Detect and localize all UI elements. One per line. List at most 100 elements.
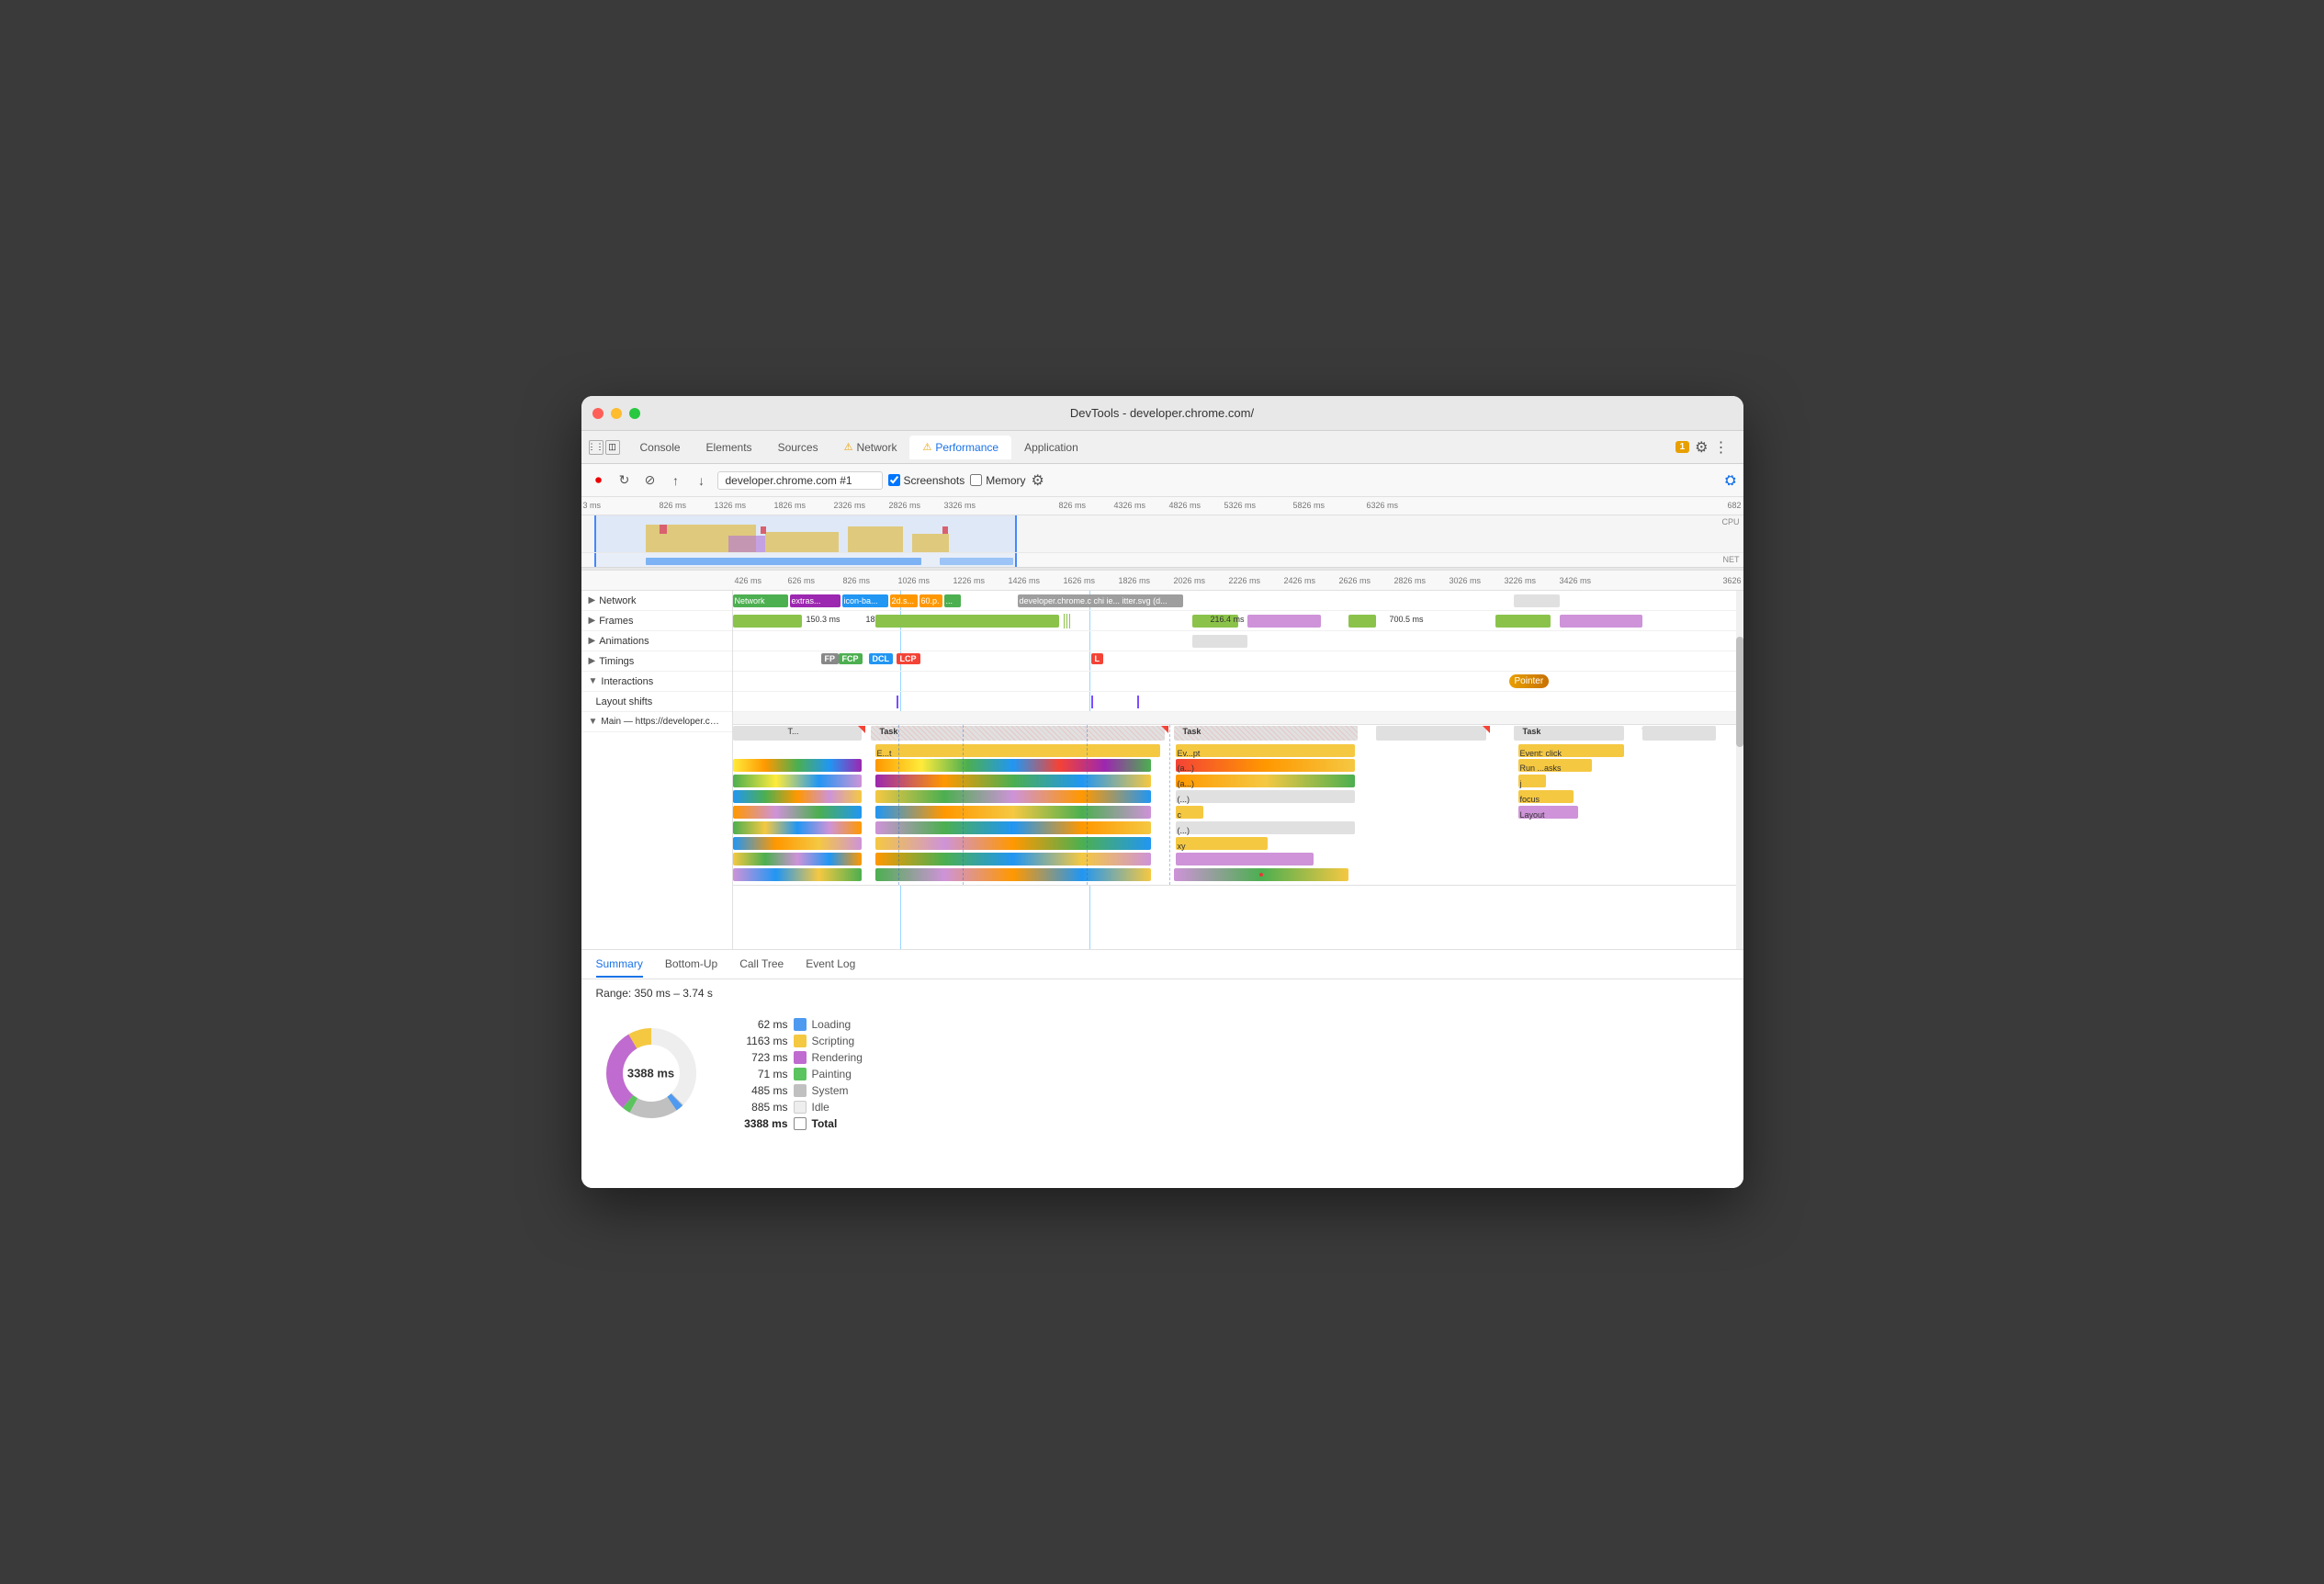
sidebar-item-interactions[interactable]: ▼ Interactions xyxy=(581,672,732,692)
loading-label: Loading xyxy=(812,1018,852,1031)
system-color xyxy=(794,1084,807,1097)
tab-summary[interactable]: Summary xyxy=(596,952,643,978)
tab-application[interactable]: Application xyxy=(1011,436,1091,459)
timings-arrow: ▶ xyxy=(589,656,596,666)
memory-checkbox[interactable] xyxy=(970,474,982,486)
timings-timeline-row[interactable]: FP FCP DCL LCP L xyxy=(733,651,1743,672)
tab-sources[interactable]: Sources xyxy=(765,436,831,459)
sidebar-item-timings[interactable]: ▶ Timings xyxy=(581,651,732,672)
tab-bottom-up[interactable]: Bottom-Up xyxy=(665,952,717,978)
tab-elements-label: Elements xyxy=(706,441,752,454)
legend-total: 3388 ms Total xyxy=(728,1117,863,1130)
legend-rendering: 723 ms Rendering xyxy=(728,1051,863,1064)
bottom-panel: Summary Bottom-Up Call Tree Event Log Ra… xyxy=(581,949,1743,1188)
idle-color xyxy=(794,1101,807,1114)
legend-painting: 71 ms Painting xyxy=(728,1068,863,1081)
animations-timeline-row[interactable] xyxy=(733,631,1743,651)
sidebar-item-animations[interactable]: ▶ Animations xyxy=(581,631,732,651)
tabs-bar: ⋮⋮ ◫ Console Elements Sources ⚠ Network … xyxy=(581,431,1743,464)
layout-shifts-timeline-row[interactable] xyxy=(733,692,1743,712)
minimize-button[interactable] xyxy=(611,408,622,419)
loading-value: 62 ms xyxy=(728,1018,788,1031)
idle-label: Idle xyxy=(812,1101,829,1114)
tab-call-tree[interactable]: Call Tree xyxy=(739,952,784,978)
tab-elements[interactable]: Elements xyxy=(694,436,765,459)
main-flame-chart[interactable]: T... Task Task Task T... E...t xyxy=(733,725,1743,886)
loading-color xyxy=(794,1018,807,1031)
layout-shifts-label: Layout shifts xyxy=(596,696,653,707)
painting-color xyxy=(794,1068,807,1081)
devtools-dock[interactable]: ◫ xyxy=(605,440,620,455)
painting-label: Painting xyxy=(812,1068,852,1081)
capture-icon[interactable]: ⛭ xyxy=(1725,472,1735,488)
right-timeline: Network extras... icon-ba... 2d.s... 60.… xyxy=(733,591,1743,949)
idle-value: 885 ms xyxy=(728,1101,788,1114)
capture-settings-icon[interactable]: ⚙ xyxy=(1032,471,1044,490)
close-button[interactable] xyxy=(592,408,604,419)
upload-button[interactable]: ↑ xyxy=(666,470,686,491)
record-button[interactable]: ⏺ xyxy=(589,470,609,491)
sidebar-item-network[interactable]: ▶ Network xyxy=(581,591,732,611)
system-label: System xyxy=(812,1084,849,1097)
net-item-extra xyxy=(1514,594,1560,607)
frames-timeline-row[interactable]: 150.3 ms 183.4 ms 216.4 ms 700.5 ms xyxy=(733,611,1743,631)
system-value: 485 ms xyxy=(728,1084,788,1097)
devtools-window: DevTools - developer.chrome.com/ ⋮⋮ ◫ Co… xyxy=(581,396,1743,1188)
frames-label: Frames xyxy=(599,616,633,627)
painting-value: 71 ms xyxy=(728,1068,788,1081)
interactions-arrow: ▼ xyxy=(589,676,598,686)
overview-ruler: 3 ms 826 ms 1326 ms 1826 ms 2326 ms 2826… xyxy=(581,497,1743,515)
legend-system: 485 ms System xyxy=(728,1084,863,1097)
total-label: Total xyxy=(812,1117,838,1130)
scrollbar-thumb[interactable] xyxy=(1736,637,1743,747)
animations-arrow: ▶ xyxy=(589,636,596,646)
sidebar-item-main[interactable]: ▼ Main — https://developer.chrome.com/ xyxy=(581,712,732,732)
main-arrow: ▼ xyxy=(589,717,598,727)
tab-network[interactable]: ⚠ Network xyxy=(831,436,910,459)
tab-event-log[interactable]: Event Log xyxy=(806,952,855,978)
more-icon[interactable]: ⋮ xyxy=(1714,438,1729,457)
settings-icon[interactable]: ⚙ xyxy=(1695,438,1708,457)
devtools-icon[interactable]: ⋮⋮ xyxy=(589,440,604,455)
scripting-value: 1163 ms xyxy=(728,1035,788,1047)
maximize-button[interactable] xyxy=(629,408,640,419)
net-item-dev: developer.chrome.c chi ie... itter.svg (… xyxy=(1018,594,1183,607)
rendering-value: 723 ms xyxy=(728,1051,788,1064)
legend-idle: 885 ms Idle xyxy=(728,1101,863,1114)
tab-console[interactable]: Console xyxy=(627,436,694,459)
left-panel: ▶ Network ▶ Frames ▶ Animations ▶ Timing… xyxy=(581,591,733,949)
notification-badge: 1 xyxy=(1675,441,1690,453)
summary-legend: 62 ms Loading 1163 ms Scripting 723 ms R… xyxy=(728,1018,863,1130)
detail-ruler: 426 ms 626 ms 826 ms 1026 ms 1226 ms 142… xyxy=(581,571,1743,591)
screenshots-checkbox[interactable] xyxy=(888,474,900,486)
tab-sources-label: Sources xyxy=(778,441,818,454)
net-item-network: Network xyxy=(733,594,788,607)
cpu-overview: CPU xyxy=(581,515,1743,552)
net-overview: NET xyxy=(581,552,1743,567)
tab-performance[interactable]: ⚠ Performance xyxy=(909,436,1011,459)
bottom-tabs-bar: Summary Bottom-Up Call Tree Event Log xyxy=(581,950,1743,979)
network-label: Network xyxy=(599,595,636,606)
animations-label: Animations xyxy=(599,636,649,647)
pointer-badge: Pointer xyxy=(1509,674,1550,688)
interactions-timeline-row[interactable]: Pointer xyxy=(733,672,1743,692)
total-color xyxy=(794,1117,807,1130)
tab-network-label: Network xyxy=(856,441,897,454)
reload-button[interactable]: ↻ xyxy=(615,470,635,491)
net-item-t: ... xyxy=(944,594,961,607)
network-timeline-row[interactable]: Network extras... icon-ba... 2d.s... 60.… xyxy=(733,591,1743,611)
overview-timeline[interactable]: 3 ms 826 ms 1326 ms 1826 ms 2326 ms 2826… xyxy=(581,497,1743,571)
network-arrow: ▶ xyxy=(589,595,596,605)
sidebar-item-frames[interactable]: ▶ Frames xyxy=(581,611,732,631)
donut-chart: 3388 ms xyxy=(596,1018,706,1128)
scrollbar-track[interactable] xyxy=(1736,591,1743,949)
download-button[interactable]: ↓ xyxy=(692,470,712,491)
main-section-header xyxy=(733,712,1743,725)
clear-button[interactable]: ⊘ xyxy=(640,470,660,491)
tab-application-label: Application xyxy=(1024,441,1078,454)
rendering-label: Rendering xyxy=(812,1051,863,1064)
screenshots-label: Screenshots xyxy=(904,474,965,487)
performance-warn-icon: ⚠ xyxy=(922,441,931,453)
sidebar-item-layout-shifts[interactable]: Layout shifts xyxy=(581,692,732,712)
range-info: Range: 350 ms – 3.74 s xyxy=(581,979,1743,1007)
